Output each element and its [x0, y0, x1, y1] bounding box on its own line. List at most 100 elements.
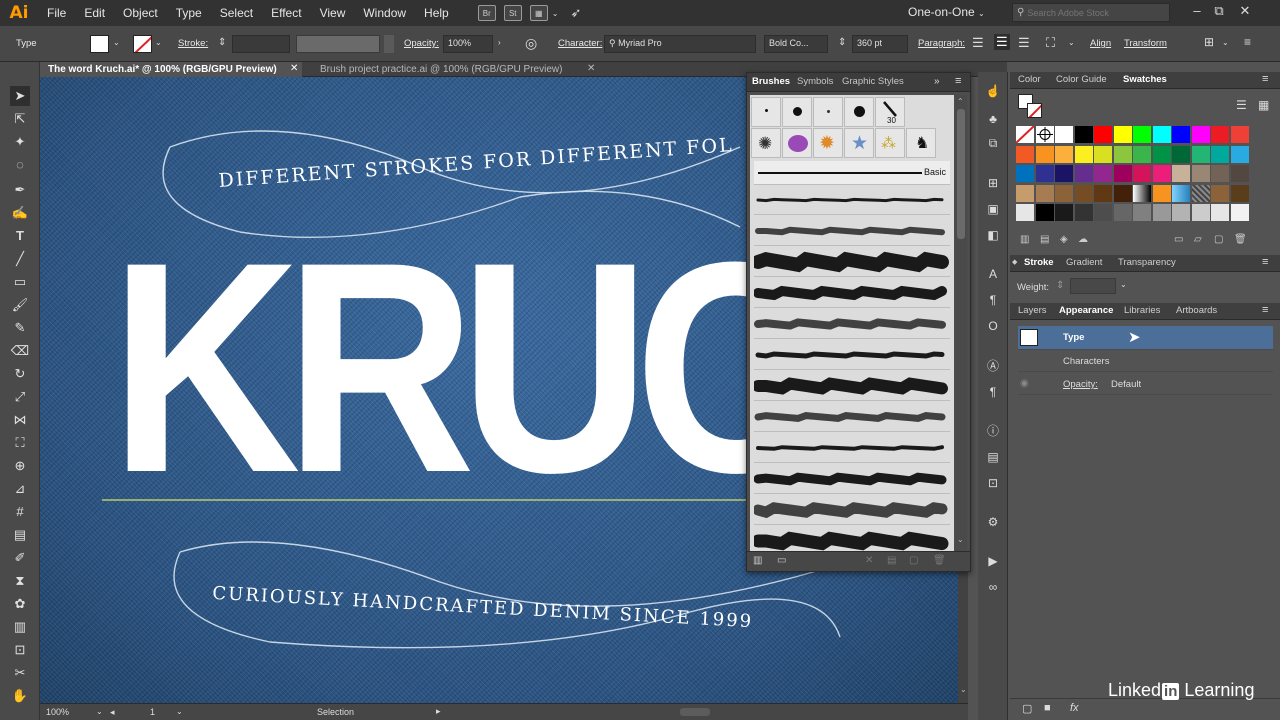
swatch[interactable] [1152, 165, 1171, 182]
menu-window[interactable]: Window [354, 0, 415, 26]
symbol-sprayer-tool-icon[interactable]: ✿ [10, 594, 30, 614]
free-transform-tool-icon[interactable]: ⛶ [10, 433, 30, 453]
chevron-down-icon[interactable]: ⌄ [96, 707, 103, 716]
swatch[interactable] [1016, 184, 1034, 202]
fill-stroke-indicator[interactable] [1018, 94, 1042, 118]
brush-stroke-row[interactable] [752, 371, 950, 401]
swatch[interactable] [1074, 204, 1093, 221]
panel-menu-icon[interactable]: ≡ [955, 75, 961, 87]
tab-artboards[interactable]: Artboards [1176, 305, 1217, 316]
tab-stroke[interactable]: Stroke [1024, 257, 1054, 268]
tab-graphic-styles[interactable]: Graphic Styles [842, 76, 904, 87]
minimize-button[interactable]: – [1186, 2, 1208, 22]
artboard-number[interactable]: 1 [150, 707, 155, 717]
brush-stroke-row[interactable] [753, 278, 950, 308]
swatch[interactable] [1094, 204, 1112, 221]
chevron-right-icon[interactable]: › [498, 38, 501, 47]
list-view-icon[interactable]: ☰ [1236, 98, 1247, 112]
brush-scatter-sun[interactable]: ✹ [813, 128, 843, 158]
menu-help[interactable]: Help [415, 0, 458, 26]
character-icon[interactable]: A [984, 265, 1002, 283]
brush-art-purple-blob[interactable] [782, 128, 812, 158]
swatch[interactable] [1152, 126, 1171, 143]
tab-brushes[interactable]: Brushes [752, 76, 790, 87]
brush-stroke-row[interactable] [754, 340, 950, 370]
status-mode[interactable]: Selection [317, 707, 354, 717]
swatch-options-icon[interactable]: ◈ [1060, 234, 1068, 245]
zoom-value[interactable]: 100% [46, 707, 69, 717]
align-center-icon[interactable]: ☰ [994, 34, 1010, 50]
brush-stroke-row[interactable] [753, 464, 950, 494]
swatch[interactable] [1230, 126, 1249, 143]
font-size-field[interactable]: 360 pt [852, 35, 908, 53]
swatch[interactable] [1035, 165, 1054, 182]
swatch[interactable] [1015, 125, 1035, 144]
collapse-icon[interactable]: ◆ [1012, 258, 1017, 266]
swatch[interactable] [1055, 184, 1073, 202]
swatch[interactable] [1211, 184, 1229, 202]
shaper-tool-icon[interactable]: ✎ [10, 318, 30, 338]
swatch[interactable] [1016, 165, 1034, 182]
swatch[interactable] [1113, 184, 1132, 202]
chevron-down-icon[interactable]: ⌄ [1068, 38, 1075, 47]
selection-tool-icon[interactable]: ➤ [10, 86, 30, 106]
document-info-icon[interactable]: ▤ [984, 448, 1002, 466]
brush-definition[interactable] [384, 35, 394, 53]
info-icon[interactable]: ⓘ [984, 422, 1002, 440]
swatch[interactable] [1172, 204, 1190, 221]
stroke-label[interactable]: Stroke: [178, 38, 208, 49]
chevron-down-icon[interactable]: ⌄ [176, 707, 183, 716]
swatch[interactable] [1113, 165, 1132, 182]
show-swatch-kinds-icon[interactable]: ▤ [1040, 234, 1049, 245]
chevron-down-icon[interactable]: ⌄ [552, 9, 559, 18]
variable-width-profile[interactable] [296, 35, 380, 53]
curvature-tool-icon[interactable]: ✍ [10, 203, 30, 223]
layers-icon[interactable]: ◧ [984, 226, 1002, 244]
weight-stepper[interactable]: ⇕ [1056, 280, 1064, 291]
swatch[interactable] [1094, 184, 1112, 202]
tab-appearance[interactable]: Appearance [1059, 305, 1113, 316]
brush-stroke-row[interactable] [751, 247, 950, 277]
align-link[interactable]: Align [1090, 38, 1111, 49]
tab-libraries[interactable]: Libraries [1124, 305, 1160, 316]
swatch[interactable] [1113, 145, 1132, 163]
gradient-tool-icon[interactable]: ▤ [10, 525, 30, 545]
gpu-performance-icon[interactable]: ➶ [570, 5, 581, 21]
swatch[interactable] [1055, 145, 1073, 163]
remove-brush-stroke-icon[interactable]: ✕ [865, 555, 873, 566]
horizontal-scroll-thumb[interactable] [680, 708, 710, 716]
swatch[interactable] [1133, 184, 1151, 202]
swatch[interactable] [1191, 126, 1210, 143]
swatch[interactable] [1191, 145, 1210, 163]
swatch[interactable] [1172, 165, 1190, 182]
add-new-effect-icon[interactable]: fx [1070, 702, 1079, 714]
libraries-panel-icon[interactable]: ▭ [777, 555, 786, 566]
tab-symbols[interactable]: Symbols [797, 76, 833, 87]
menu-edit[interactable]: Edit [75, 0, 114, 26]
chevron-down-icon[interactable]: ⌄ [960, 685, 967, 694]
paragraph-label[interactable]: Paragraph: [918, 38, 965, 49]
delete-swatch-icon[interactable]: 🗑 [1234, 234, 1247, 245]
tab-transparency[interactable]: Transparency [1118, 257, 1176, 268]
type-tool-icon[interactable]: T [10, 226, 30, 246]
pen-tool-icon[interactable]: ✒ [10, 180, 30, 200]
isolate-icon[interactable]: ⊞ [1204, 35, 1214, 49]
add-new-stroke-icon[interactable]: ▢ [1022, 702, 1032, 715]
brush-stroke-row[interactable] [754, 433, 950, 463]
mesh-tool-icon[interactable]: # [10, 502, 30, 522]
paintbrush-tool-icon[interactable]: 🖌 [10, 295, 30, 315]
thumbnail-view-icon[interactable]: ▦ [1258, 98, 1269, 112]
brush-dot-small[interactable] [751, 97, 781, 127]
blend-tool-icon[interactable]: ⧗ [10, 571, 30, 591]
prev-artboard-icon[interactable]: ◂ [110, 707, 115, 718]
visibility-eye-icon[interactable]: ◉ [1020, 378, 1029, 389]
lasso-tool-icon[interactable]: ◌ [10, 155, 30, 175]
brush-scatter-gear[interactable]: ✺ [751, 128, 781, 158]
swatch[interactable] [1113, 126, 1132, 143]
swatch[interactable] [1230, 145, 1249, 163]
expand-icon[interactable]: » [934, 76, 940, 87]
character-label[interactable]: Character: [558, 38, 602, 49]
folder-icon[interactable]: ▱ [1194, 234, 1202, 245]
chevron-down-icon[interactable]: ⌄ [1222, 38, 1229, 47]
brush-stroke-row[interactable] [751, 526, 950, 551]
